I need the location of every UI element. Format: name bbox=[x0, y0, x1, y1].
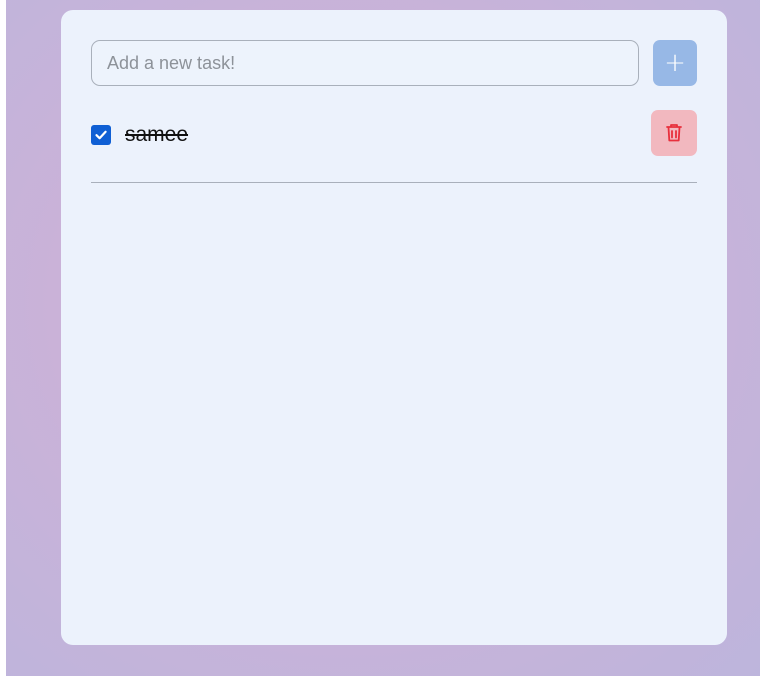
task-input[interactable] bbox=[91, 40, 639, 86]
add-task-button[interactable]: + bbox=[653, 40, 697, 86]
task-label: samee bbox=[125, 123, 189, 146]
task-list: samee bbox=[91, 110, 697, 157]
task-checkbox[interactable] bbox=[91, 125, 111, 145]
checkmark-icon bbox=[95, 130, 107, 140]
list-item: samee bbox=[91, 110, 697, 157]
todo-card: + samee bbox=[61, 10, 727, 645]
trash-icon bbox=[666, 124, 682, 142]
divider bbox=[91, 182, 697, 183]
delete-task-button[interactable] bbox=[651, 110, 697, 156]
task-input-row: + bbox=[91, 40, 697, 86]
